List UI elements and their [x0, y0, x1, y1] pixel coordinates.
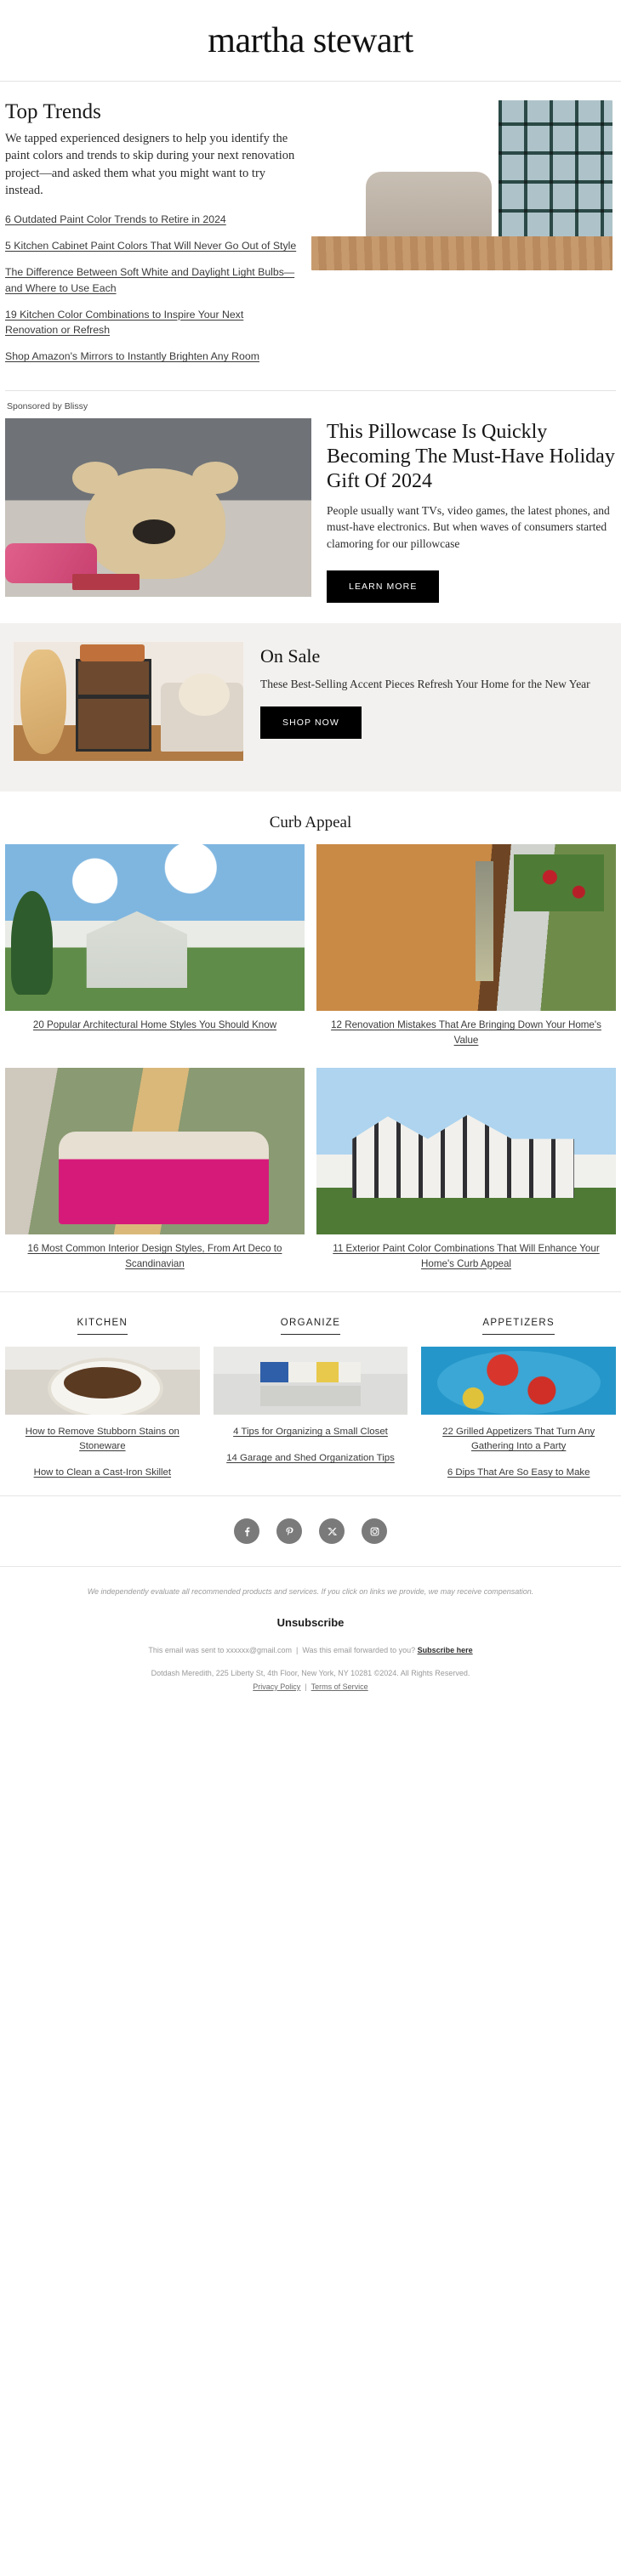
category-column-appetizers: APPETIZERS 22 Grilled Appetizers That Tu… — [421, 1314, 616, 1489]
top-trends-image-column — [311, 100, 612, 375]
floor-shape — [311, 236, 612, 270]
learn-more-button[interactable]: LEARN MORE — [327, 570, 440, 604]
giant-teddy-bear-photo[interactable] — [5, 418, 311, 598]
shop-now-button[interactable]: SHOP NOW — [260, 706, 362, 740]
round-cushion-shape — [179, 672, 230, 717]
curb-appeal-card-3: 16 Most Common Interior Design Styles, F… — [5, 1068, 305, 1283]
top-trends-text-column: Top Trends We tapped experienced designe… — [5, 100, 298, 375]
curb-appeal-section: Curb Appeal 20 Popular Architectural Hom… — [0, 792, 621, 1291]
top-trends-section: Top Trends We tapped experienced designe… — [0, 82, 621, 390]
farmhouse-exterior-photo[interactable] — [5, 844, 305, 1012]
category-link-organize-2[interactable]: 14 Garage and Shed Organization Tips — [214, 1448, 408, 1474]
curb-appeal-caption-2[interactable]: 12 Renovation Mistakes That Are Bringing… — [316, 1011, 616, 1059]
brand-logo[interactable]: martha stewart — [208, 23, 413, 59]
sent-to-text: This email was sent to xxxxxx@gmail.com — [148, 1646, 293, 1655]
category-column-kitchen: KITCHEN How to Remove Stubborn Stains on… — [5, 1314, 200, 1489]
top-trends-link-4[interactable]: 19 Kitchen Color Combinations to Inspire… — [5, 307, 298, 338]
shelf-shape — [75, 659, 151, 752]
sent-to-line: This email was sent to xxxxxx@gmail.com |… — [29, 1644, 592, 1657]
organized-closet-photo[interactable] — [213, 1347, 408, 1416]
subscribe-here-link[interactable]: Subscribe here — [418, 1646, 473, 1654]
on-sale-title: On Sale — [260, 645, 321, 667]
sponsored-section: Sponsored by Blissy This Pillowcase Is Q… — [0, 391, 621, 618]
curb-appeal-card-4: 11 Exterior Paint Color Combinations Tha… — [316, 1068, 616, 1283]
pink-velvet-sofa-photo[interactable] — [5, 1068, 305, 1235]
footer: We independently evaluate all recommende… — [0, 1566, 621, 1733]
categories-section: KITCHEN How to Remove Stubborn Stains on… — [0, 1291, 621, 1495]
bear-head-shape — [84, 468, 226, 580]
forwarded-text: Was this email forwarded to you? — [302, 1646, 416, 1655]
terms-of-service-link[interactable]: Terms of Service — [311, 1682, 368, 1691]
social-section — [0, 1495, 621, 1566]
curb-appeal-caption-4[interactable]: 11 Exterior Paint Color Combinations Tha… — [316, 1234, 616, 1283]
category-link-organize-1[interactable]: 4 Tips for Organizing a Small Closet — [214, 1421, 408, 1448]
top-trends-dek: We tapped experienced designers to help … — [5, 131, 295, 198]
sponsor-headline: This Pillowcase Is Quickly Becoming The … — [327, 421, 615, 492]
category-heading-appetizers: APPETIZERS — [482, 1318, 555, 1336]
curb-appeal-title: Curb Appeal — [269, 814, 352, 832]
sponsor-body-text: People usually want TVs, video games, th… — [327, 503, 610, 550]
sent-to-separator: | — [296, 1646, 299, 1655]
privacy-policy-link[interactable]: Privacy Policy — [253, 1682, 300, 1691]
guitar-shape — [20, 649, 67, 755]
curb-appeal-caption-1[interactable]: 20 Popular Architectural Home Styles You… — [5, 1011, 305, 1044]
company-address: Dotdash Meredith, 225 Liberty St, 4th Fl… — [151, 1669, 470, 1678]
dutch-oven-photo[interactable] — [5, 1347, 200, 1416]
curb-appeal-card-1: 20 Popular Architectural Home Styles You… — [5, 844, 305, 1059]
affiliate-disclaimer: We independently evaluate all recommende… — [87, 1587, 534, 1597]
curb-appeal-grid: 20 Popular Architectural Home Styles You… — [5, 844, 616, 1283]
category-link-kitchen-1[interactable]: How to Remove Stubborn Stains on Stonewa… — [5, 1421, 200, 1462]
pinterest-icon[interactable] — [276, 1518, 302, 1545]
tudor-style-house-photo[interactable] — [316, 1068, 616, 1235]
top-trends-link-list: 6 Outdated Paint Color Trends to Retire … — [5, 212, 298, 364]
top-trends-link-3[interactable]: The Difference Between Soft White and Da… — [5, 264, 298, 295]
top-trends-link-5[interactable]: Shop Amazon's Mirrors to Instantly Brigh… — [5, 349, 298, 364]
on-sale-section: On Sale These Best-Selling Accent Pieces… — [0, 623, 621, 792]
page-title: Top Trends — [5, 100, 101, 123]
top-trends-link-2[interactable]: 5 Kitchen Cabinet Paint Colors That Will… — [5, 238, 298, 253]
on-sale-subtitle: These Best-Selling Accent Pieces Refresh… — [260, 678, 590, 691]
category-link-appetizers-2[interactable]: 6 Dips That Are So Easy to Make — [421, 1462, 616, 1489]
curb-appeal-caption-3[interactable]: 16 Most Common Interior Design Styles, F… — [5, 1234, 305, 1283]
newsletter-page: martha stewart Top Trends We tapped expe… — [0, 0, 621, 1733]
curb-appeal-card-2: 12 Renovation Mistakes That Are Bringing… — [316, 844, 616, 1059]
category-link-kitchen-2[interactable]: How to Clean a Cast-Iron Skillet — [5, 1462, 200, 1489]
chair-shape — [365, 172, 493, 240]
category-column-organize: ORGANIZE 4 Tips for Organizing a Small C… — [213, 1314, 408, 1489]
x-twitter-icon[interactable] — [319, 1518, 345, 1545]
sponsor-kicker: Sponsored by Blissy — [7, 401, 88, 412]
category-link-appetizers-1[interactable]: 22 Grilled Appetizers That Turn Any Gath… — [421, 1421, 616, 1462]
instagram-icon[interactable] — [362, 1518, 387, 1545]
gift-box-shape — [72, 574, 140, 590]
category-heading-kitchen: KITCHEN — [77, 1318, 128, 1336]
unsubscribe-link[interactable]: Unsubscribe — [277, 1616, 345, 1629]
address-line: Dotdash Meredith, 225 Liberty St, 4th Fl… — [29, 1667, 592, 1694]
masthead: martha stewart — [0, 0, 621, 82]
record-player-shape — [80, 644, 145, 661]
category-heading-organize: ORGANIZE — [280, 1318, 341, 1336]
record-player-shelf-photo[interactable] — [14, 642, 243, 762]
facebook-icon[interactable] — [234, 1518, 259, 1545]
footer-separator: | — [305, 1682, 307, 1691]
top-trends-link-1[interactable]: 6 Outdated Paint Color Trends to Retire … — [5, 212, 298, 227]
floral-wallpaper-room-photo[interactable] — [311, 100, 612, 270]
grilled-tomato-appetizer-photo[interactable] — [421, 1347, 616, 1416]
wooden-front-door-photo[interactable] — [316, 844, 616, 1012]
